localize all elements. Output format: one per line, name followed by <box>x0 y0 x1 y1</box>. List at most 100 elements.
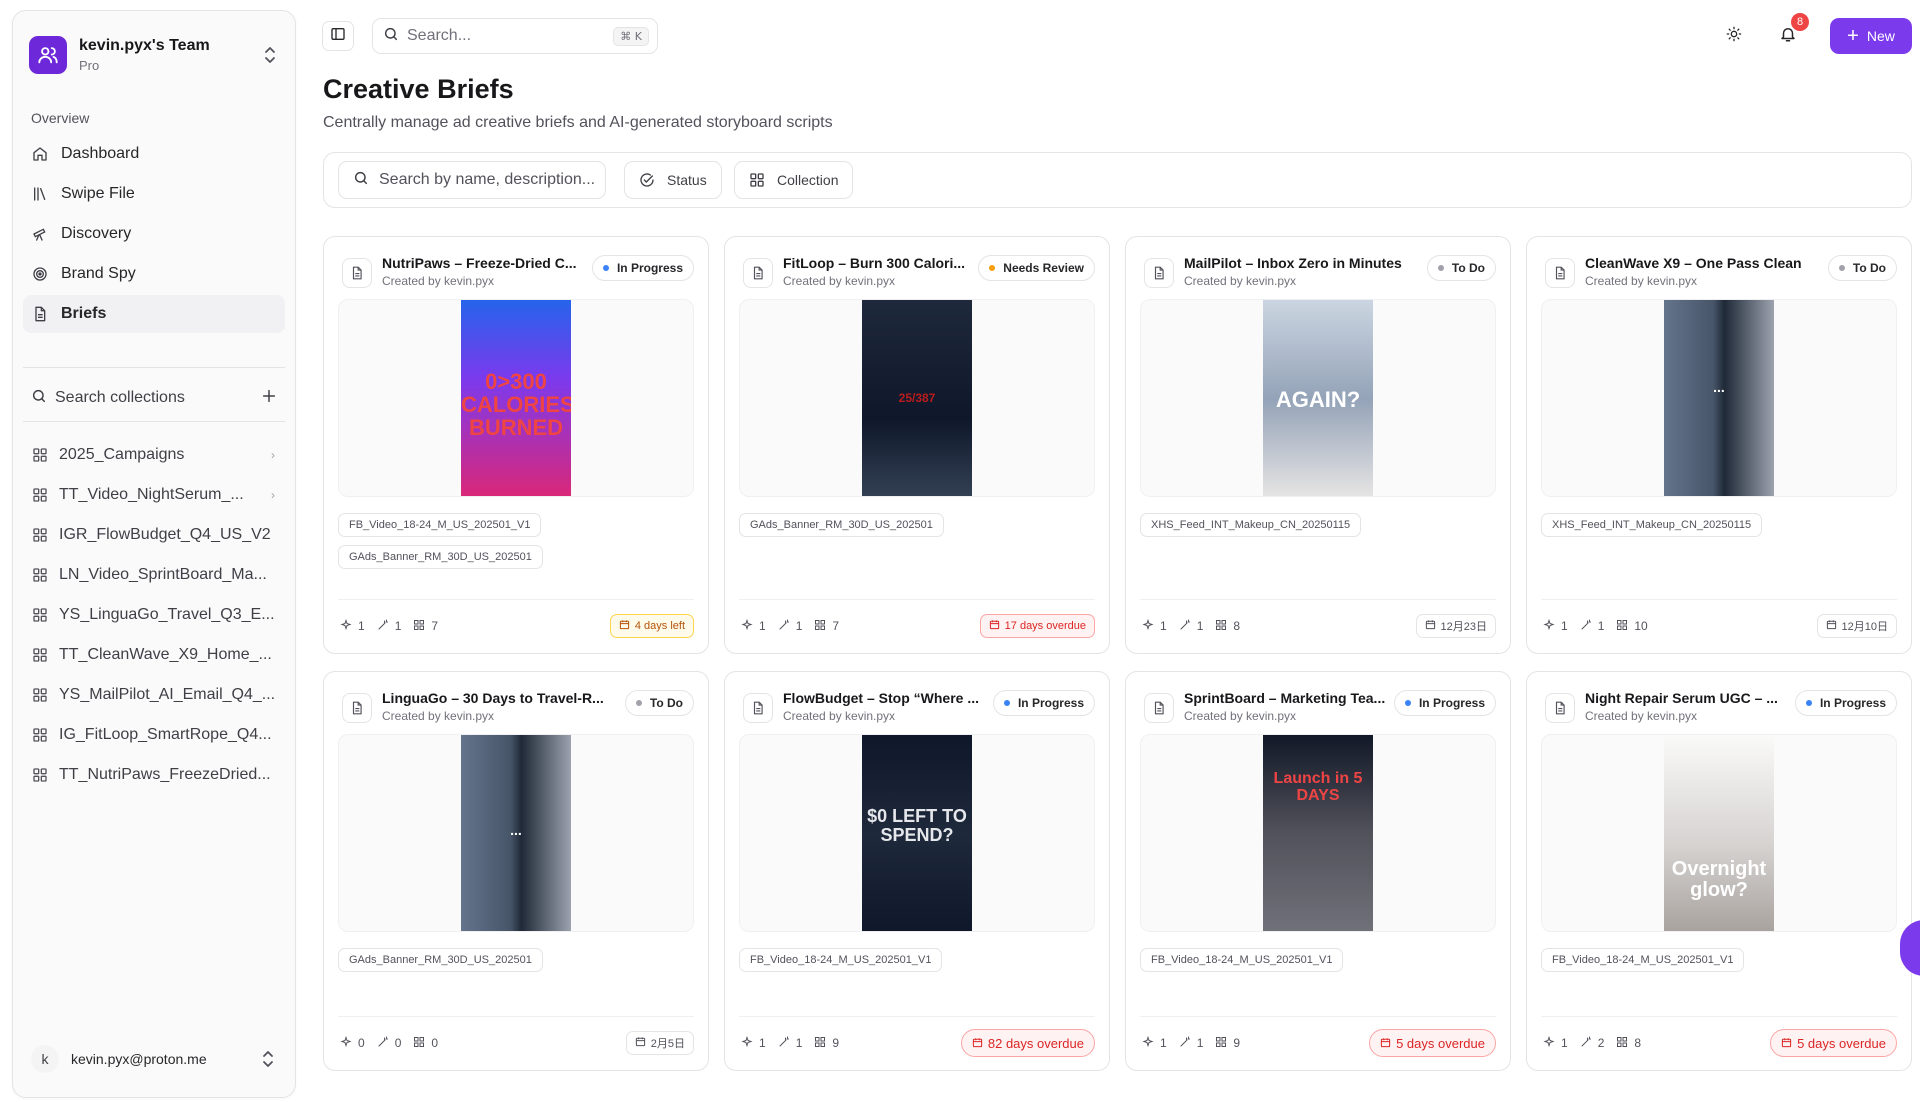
thumbnail-frame[interactable]: ... <box>338 734 694 932</box>
calendar-icon <box>1425 619 1441 633</box>
new-brief-button[interactable]: + New <box>1830 18 1912 54</box>
card-title[interactable]: SprintBoard – Marketing Tea... <box>1184 690 1394 706</box>
brief-card[interactable]: FlowBudget – Stop “Where ... Created by k… <box>724 671 1110 1071</box>
tag-chip[interactable]: XHS_Feed_INT_Makeup_CN_20250115 <box>1140 513 1362 537</box>
collections-search[interactable]: Search collections <box>31 383 277 413</box>
card-divider <box>1541 1016 1897 1017</box>
user-menu[interactable]: k kevin.pyx@proton.me <box>31 1041 277 1077</box>
brief-card[interactable]: SprintBoard – Marketing Tea... Created by… <box>1125 671 1511 1071</box>
collection-item[interactable]: IGR_FlowBudget_Q4_US_V2 <box>23 515 285 555</box>
briefs-search-placeholder: Search by name, description... <box>379 171 596 188</box>
status-label: To Do <box>649 696 683 710</box>
thumbnail-frame[interactable]: Launch in 5 DAYS <box>1140 734 1496 932</box>
thumbnail-frame[interactable]: 0>300 CALORIES BURNED <box>338 299 694 497</box>
collection-item[interactable]: YS_LinguaGo_Travel_Q3_E... <box>23 595 285 635</box>
thumbnail-frame[interactable]: 25/387 <box>739 299 1095 497</box>
brief-card[interactable]: FitLoop – Burn 300 Calori... Created by k… <box>724 236 1110 654</box>
tag-chip[interactable]: FB_Video_18-24_M_US_202501_V1 <box>1541 948 1745 972</box>
nav-item-discovery[interactable]: Discovery <box>23 215 285 253</box>
chevron-right-icon[interactable]: › <box>265 448 281 462</box>
collection-label: YS_LinguaGo_Travel_Q3_E... <box>59 606 275 623</box>
shortcut-hint: ⌘ K <box>613 26 649 46</box>
nav-item-brand-spy[interactable]: Brand Spy <box>23 255 285 293</box>
due-label: 5 days overdue <box>1797 1035 1886 1051</box>
card-title[interactable]: NutriPaws – Freeze-Dried C... <box>382 255 592 271</box>
frames-icon <box>814 619 832 634</box>
tag-chip[interactable]: GAds_Banner_RM_30D_US_202501 <box>338 545 543 569</box>
collection-filter-button[interactable]: Collection <box>734 161 854 199</box>
status-dot <box>1805 700 1812 706</box>
library-icon <box>31 185 49 203</box>
stat-value: 1 <box>1160 619 1167 633</box>
brief-card[interactable]: NutriPaws – Freeze-Dried C... Created by … <box>323 236 709 654</box>
collection-item[interactable]: LN_Video_SprintBoard_Ma... <box>23 555 285 595</box>
tag-chip[interactable]: FB_Video_18-24_M_US_202501_V1 <box>338 513 542 537</box>
briefs-search-input[interactable]: Search by name, description... <box>338 161 606 199</box>
team-switcher[interactable]: kevin.pyx's Team Pro <box>29 27 279 83</box>
card-title[interactable]: LinguaGo – 30 Days to Travel-R... <box>382 690 625 706</box>
nav-item-dashboard[interactable]: Dashboard <box>23 135 285 173</box>
tag-chip[interactable]: GAds_Banner_RM_30D_US_202501 <box>739 513 944 537</box>
card-divider <box>338 1016 694 1017</box>
due-label: 17 days overdue <box>1004 620 1086 632</box>
due-label: 4 days left <box>634 620 685 632</box>
card-divider <box>739 1016 1095 1017</box>
card-author: Created by kevin.pyx <box>783 274 896 288</box>
status-label: In Progress <box>1418 696 1485 710</box>
notifications-button[interactable]: 8 <box>1773 13 1809 51</box>
sidebar-toggle-button[interactable] <box>322 21 354 51</box>
thumbnail-frame[interactable]: AGAIN? <box>1140 299 1496 497</box>
due-label: 2月5日 <box>650 1038 685 1050</box>
tag-chip[interactable]: FB_Video_18-24_M_US_202501_V1 <box>1140 948 1344 972</box>
thumbnail-frame[interactable]: Overnight glow? <box>1541 734 1897 932</box>
circle-check-icon <box>639 172 655 188</box>
status-badge: Needs Review <box>978 255 1095 281</box>
collection-item[interactable]: YS_MailPilot_AI_Email_Q4_... <box>23 675 285 715</box>
collection-label: YS_MailPilot_AI_Email_Q4_... <box>59 686 276 703</box>
card-title[interactable]: Night Repair Serum UGC – ... <box>1585 690 1795 706</box>
global-search-input[interactable]: Search... ⌘ K <box>372 18 658 54</box>
tag-chip[interactable]: FB_Video_18-24_M_US_202501_V1 <box>739 948 943 972</box>
thumbnail-frame[interactable]: ... <box>1541 299 1897 497</box>
nav-item-swipe-file[interactable]: Swipe File <box>23 175 285 213</box>
collection-item[interactable]: TT_CleanWave_X9_Home_... <box>23 635 285 675</box>
theme-toggle-button[interactable] <box>1720 22 1748 50</box>
card-title[interactable]: MailPilot – Inbox Zero in Minutes <box>1184 255 1427 271</box>
brief-card[interactable]: LinguaGo – 30 Days to Travel-R... Created… <box>323 671 709 1071</box>
collection-item[interactable]: IG_FitLoop_SmartRope_Q4... <box>23 715 285 755</box>
card-title[interactable]: FlowBudget – Stop “Where ... <box>783 690 993 706</box>
avatar: k <box>31 1045 59 1073</box>
tag-list: FB_Video_18-24_M_US_202501_V1 <box>739 948 1095 980</box>
frames-icon <box>1215 1036 1233 1051</box>
collection-item[interactable]: 2025_Campaigns › <box>23 435 285 475</box>
grid-icon <box>31 566 49 584</box>
wand-stat: 1 <box>778 619 802 634</box>
collection-item[interactable]: TT_NutriPaws_FreezeDried... <box>23 755 285 795</box>
notification-count-badge: 8 <box>1791 13 1809 31</box>
sparkle-stat: 1 <box>340 618 365 634</box>
card-footer: 1 1 9 82 days overdue <box>741 1029 1095 1057</box>
card-title[interactable]: FitLoop – Burn 300 Calori... <box>783 255 978 271</box>
wand-icon <box>1179 1036 1197 1051</box>
brief-card[interactable]: Night Repair Serum UGC – ... Created by k… <box>1526 671 1912 1071</box>
collection-item[interactable]: TT_Video_NightSerum_... › <box>23 475 285 515</box>
global-search-placeholder: Search... <box>407 27 472 44</box>
tag-chip[interactable]: GAds_Banner_RM_30D_US_202501 <box>338 948 543 972</box>
card-author: Created by kevin.pyx <box>783 709 896 723</box>
brief-card[interactable]: MailPilot – Inbox Zero in Minutes Created… <box>1125 236 1511 654</box>
grid-icon <box>31 526 49 544</box>
sparkle-icon <box>741 618 759 634</box>
due-label: 82 days overdue <box>987 1035 1084 1051</box>
sparkle-stat: 1 <box>1142 618 1167 634</box>
brief-card[interactable]: CleanWave X9 – One Pass Clean Created by … <box>1526 236 1912 654</box>
chevron-right-icon[interactable]: › <box>265 488 281 502</box>
card-author: Created by kevin.pyx <box>1184 274 1297 288</box>
tag-chip[interactable]: XHS_Feed_INT_Makeup_CN_20250115 <box>1541 513 1763 537</box>
thumbnail-frame[interactable]: $0 LEFT TO SPEND? <box>739 734 1095 932</box>
status-filter-button[interactable]: Status <box>624 161 722 199</box>
add-collection-icon[interactable] <box>261 388 277 409</box>
nav-item-briefs[interactable]: Briefs <box>23 295 285 333</box>
target-icon <box>31 265 49 283</box>
card-title[interactable]: CleanWave X9 – One Pass Clean <box>1585 255 1828 271</box>
page-subtitle: Centrally manage ad creative briefs and … <box>323 114 833 131</box>
